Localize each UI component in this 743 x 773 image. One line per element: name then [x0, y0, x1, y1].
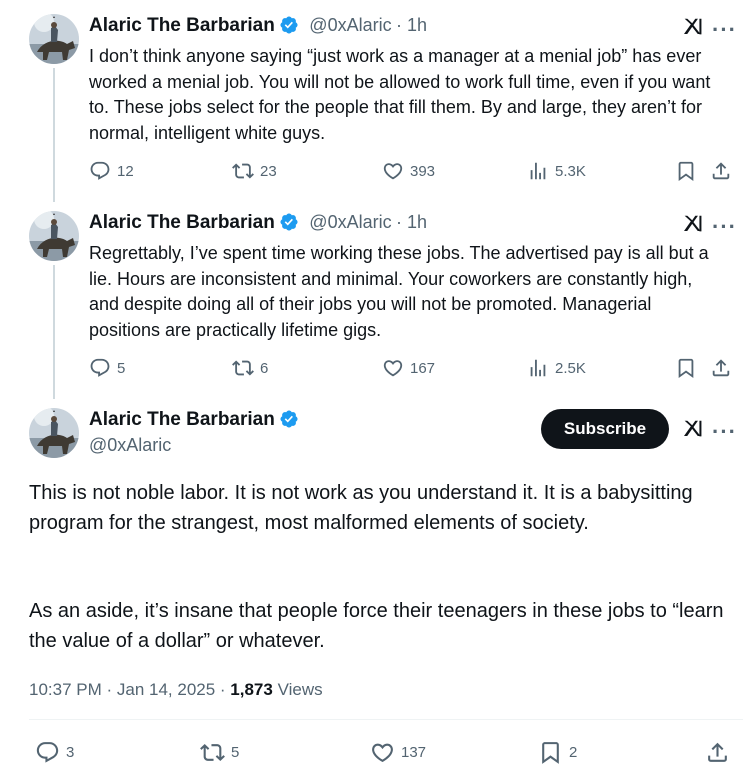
avatar[interactable]: [29, 211, 79, 261]
divider: [29, 719, 743, 720]
tweet-header: Alaric The Barbarian @0xAlaric · 1h: [89, 15, 427, 37]
heart-icon: [370, 740, 395, 765]
tweet-text: Regrettably, I’ve spent time working the…: [89, 243, 709, 340]
reply-icon: [89, 160, 111, 182]
repost-count: 6: [260, 359, 269, 377]
views-icon: [527, 357, 549, 379]
tweet-time[interactable]: · 1h: [396, 212, 427, 232]
main-tweet-paragraph-2: As an aside, it’s insane that people for…: [29, 600, 724, 652]
share-icon: [710, 357, 732, 379]
subscribe-button[interactable]: Subscribe: [541, 409, 669, 449]
avatar[interactable]: [29, 14, 79, 64]
tweet-timestamp[interactable]: 10:37 PM · Jan 14, 2025 ·: [29, 680, 230, 699]
share-button[interactable]: [710, 357, 738, 379]
tweet-time[interactable]: · 1h: [396, 15, 427, 35]
bookmark-icon: [675, 160, 697, 182]
author-name[interactable]: Alaric The Barbarian: [89, 212, 275, 233]
repost-icon: [200, 740, 225, 765]
reply-icon: [35, 740, 60, 765]
tweet-header: Alaric The Barbarian @0xAlaric · 1h: [89, 212, 427, 234]
author-name[interactable]: Alaric The Barbarian: [89, 15, 275, 36]
views-count: 2.5K: [555, 359, 586, 377]
views-icon: [527, 160, 549, 182]
author-handle[interactable]: @0xAlaric: [309, 15, 391, 35]
more-options-icon[interactable]: ···: [712, 17, 737, 43]
author-handle[interactable]: @0xAlaric: [309, 212, 391, 232]
like-button[interactable]: 393: [382, 160, 435, 182]
bookmark-button[interactable]: [675, 160, 703, 182]
reply-button[interactable]: 3: [35, 740, 74, 765]
like-button[interactable]: 137: [370, 740, 426, 765]
grok-icon[interactable]: [682, 418, 704, 445]
like-button[interactable]: 167: [382, 357, 435, 379]
bookmark-button[interactable]: 2: [538, 740, 577, 765]
like-count: 393: [410, 162, 436, 180]
grok-icon[interactable]: [682, 213, 704, 240]
verified-badge-icon: [279, 409, 299, 429]
heart-icon: [382, 160, 404, 182]
repost-button[interactable]: 5: [200, 740, 239, 765]
repost-icon: [232, 357, 254, 379]
bookmark-count: 2: [569, 744, 578, 761]
views-count: 5.3K: [555, 162, 586, 180]
thread-line: [53, 265, 55, 399]
reply-button[interactable]: 5: [89, 357, 125, 379]
author-block: Alaric The Barbarian @0xAlaric: [89, 409, 299, 456]
share-icon: [710, 160, 732, 182]
verified-badge-icon: [279, 15, 299, 35]
bookmark-button[interactable]: [675, 357, 703, 379]
views-button[interactable]: 5.3K: [527, 160, 586, 182]
view-count: 1,873: [230, 680, 273, 699]
avatar[interactable]: [29, 408, 79, 458]
reply-count: 3: [66, 744, 75, 761]
tweet-meta: 10:37 PM · Jan 14, 2025 · 1,873 Views: [29, 680, 323, 700]
like-count: 167: [410, 359, 436, 377]
repost-icon: [232, 160, 254, 182]
like-count: 137: [401, 744, 427, 761]
more-options-icon[interactable]: ···: [712, 214, 737, 240]
reply-count: 5: [117, 359, 126, 377]
author-handle[interactable]: @0xAlaric: [89, 435, 299, 456]
repost-count: 23: [260, 162, 277, 180]
repost-button[interactable]: 6: [232, 357, 268, 379]
grok-icon[interactable]: [682, 16, 704, 43]
reply-count: 12: [117, 162, 134, 180]
thread-line: [53, 68, 55, 202]
views-button[interactable]: 2.5K: [527, 357, 586, 379]
share-button[interactable]: [710, 160, 738, 182]
repost-count: 5: [231, 744, 240, 761]
author-name[interactable]: Alaric The Barbarian: [89, 409, 275, 430]
share-button[interactable]: [705, 740, 736, 765]
more-options-icon[interactable]: ···: [712, 419, 737, 445]
reply-icon: [89, 357, 111, 379]
tweet-text: I don’t think anyone saying “just work a…: [89, 46, 711, 143]
verified-badge-icon: [279, 212, 299, 232]
views-label: Views: [272, 680, 323, 699]
repost-button[interactable]: 23: [232, 160, 277, 182]
bookmark-icon: [675, 357, 697, 379]
share-icon: [705, 740, 730, 765]
bookmark-icon: [538, 740, 563, 765]
heart-icon: [382, 357, 404, 379]
reply-button[interactable]: 12: [89, 160, 134, 182]
main-tweet-paragraph-1: This is not noble labor. It is not work …: [29, 482, 693, 534]
